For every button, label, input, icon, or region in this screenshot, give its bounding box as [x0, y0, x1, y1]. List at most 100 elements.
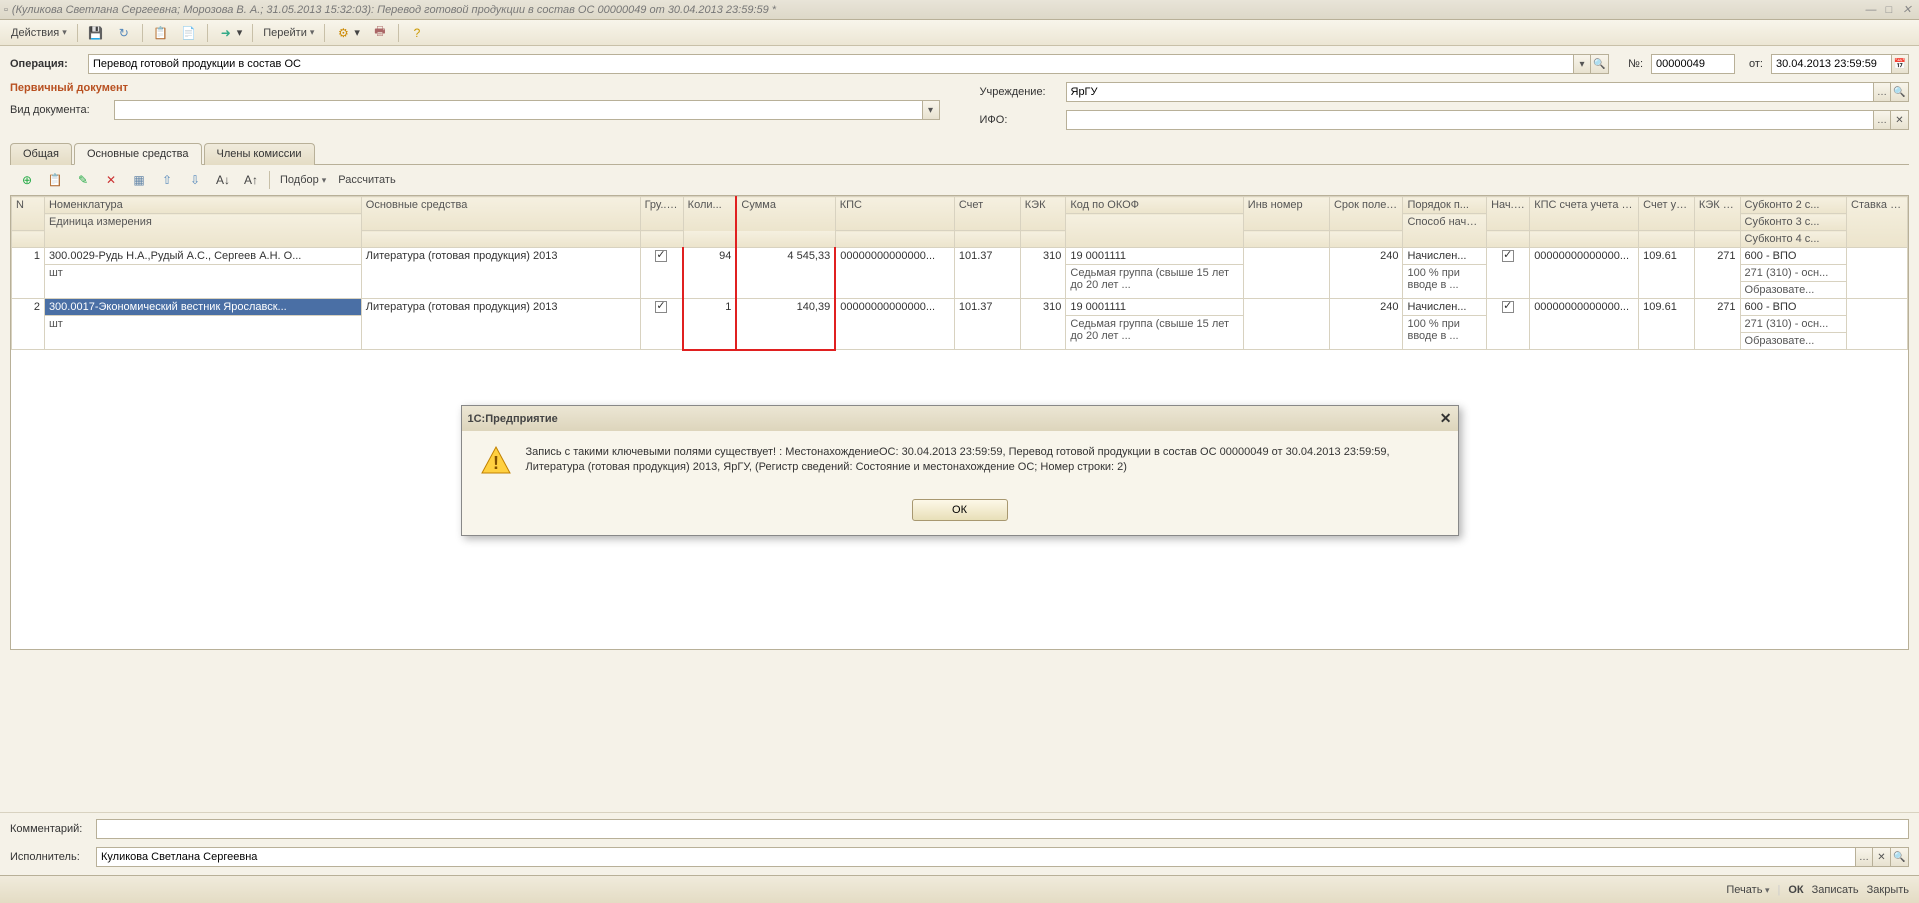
num-input[interactable]: [1651, 54, 1735, 74]
dialog-message: Запись с такими ключевыми полями существ…: [526, 445, 1440, 476]
table-row[interactable]: 2300.0017-Экономический вестник Ярославс…: [12, 299, 1908, 316]
svg-text:!: !: [493, 453, 499, 473]
minimize-icon[interactable]: —: [1863, 3, 1879, 17]
col-kps-cost[interactable]: КПС счета учета затрат: [1530, 197, 1639, 231]
col-okof[interactable]: Код по ОКОФ: [1066, 197, 1243, 214]
footer-form: Комментарий: Исполнитель: … ✕ 🔍: [0, 812, 1919, 873]
col-n[interactable]: N: [12, 197, 45, 231]
doc-type-label: Вид документа:: [10, 104, 106, 116]
based-on-icon[interactable]: ➜▾: [213, 23, 248, 43]
sort-asc-icon[interactable]: A↓: [210, 171, 236, 189]
doc-type-input[interactable]: [114, 100, 922, 120]
org-label: Учреждение:: [980, 86, 1058, 98]
goto-menu[interactable]: Перейти: [258, 23, 319, 43]
col-tax[interactable]: Ставка налога на ...: [1847, 197, 1908, 248]
dialog-title: 1С:Предприятие: [468, 413, 1440, 425]
maximize-icon[interactable]: □: [1881, 3, 1897, 17]
operation-label: Операция:: [10, 58, 80, 70]
org-input[interactable]: [1066, 82, 1874, 102]
copy-row-icon[interactable]: 📋: [42, 171, 68, 189]
date-input[interactable]: [1771, 54, 1891, 74]
error-dialog: 1С:Предприятие ✕ ! Запись с такими ключе…: [461, 405, 1459, 536]
executor-label: Исполнитель:: [10, 851, 88, 863]
star-icon[interactable]: ⚙▾: [330, 23, 365, 43]
col-grp[interactable]: Гру... учет: [640, 197, 683, 231]
ifo-more-icon[interactable]: …: [1873, 110, 1891, 130]
col-qty[interactable]: Коли...: [683, 197, 736, 231]
tab-assets[interactable]: Основные средства: [74, 143, 202, 165]
window-title: (Куликова Светлана Сергеевна; Морозова В…: [12, 4, 1863, 16]
executor-more-icon[interactable]: …: [1855, 847, 1873, 867]
save-button[interactable]: Записать: [1812, 884, 1859, 896]
col-order[interactable]: Порядок п...: [1403, 197, 1487, 214]
executor-search-icon[interactable]: 🔍: [1891, 847, 1909, 867]
col-sub2[interactable]: Субконто 2 с...: [1740, 197, 1846, 214]
copy-icon[interactable]: 📄: [176, 23, 202, 43]
tab-general[interactable]: Общая: [10, 143, 72, 165]
dialog-ok-button[interactable]: ОК: [912, 499, 1008, 521]
bottom-bar: Печать | ОК Записать Закрыть: [0, 875, 1919, 903]
help-icon[interactable]: ?: [404, 23, 430, 43]
close-icon[interactable]: ✕: [1899, 3, 1915, 17]
dialog-close-icon[interactable]: ✕: [1440, 410, 1452, 427]
fill-icon[interactable]: ▦: [126, 171, 152, 189]
col-kps[interactable]: КПС: [835, 197, 954, 231]
org-search-icon[interactable]: 🔍: [1891, 82, 1909, 102]
select-button[interactable]: Подбор: [275, 171, 331, 189]
col-life[interactable]: Срок полезн... исполь...: [1329, 197, 1403, 231]
save-icon[interactable]: 💾: [83, 23, 109, 43]
table-row[interactable]: 1300.0029-Рудь Н.А.,Рудый А.С., Сергеев …: [12, 248, 1908, 265]
date-picker-icon[interactable]: 📅: [1891, 54, 1909, 74]
col-sub4[interactable]: Субконто 4 с...: [1740, 231, 1846, 248]
warning-icon: !: [480, 445, 512, 477]
col-kek-cost[interactable]: КЭК сче... зат...: [1694, 197, 1740, 231]
move-up-icon[interactable]: ⇧: [154, 171, 180, 189]
refresh-icon[interactable]: ↻: [111, 23, 137, 43]
col-unit[interactable]: Единица измерения: [44, 214, 361, 248]
col-nach[interactable]: Нач... амо...: [1487, 197, 1530, 231]
col-acct[interactable]: Счет: [954, 197, 1020, 231]
document-icon: ▫: [4, 4, 8, 16]
col-method[interactable]: Способ начисления: [1403, 214, 1487, 248]
org-more-icon[interactable]: …: [1873, 82, 1891, 102]
comment-input[interactable]: [96, 819, 1909, 839]
ifo-clear-icon[interactable]: ✕: [1891, 110, 1909, 130]
move-down-icon[interactable]: ⇩: [182, 171, 208, 189]
operation-dropdown-icon[interactable]: ▾: [1573, 54, 1591, 74]
tab-commission[interactable]: Члены комиссии: [204, 143, 315, 165]
col-nomen[interactable]: Номенклатура: [44, 197, 361, 214]
delete-row-icon[interactable]: ✕: [98, 171, 124, 189]
close-button[interactable]: Закрыть: [1867, 884, 1909, 896]
tabs: Общая Основные средства Члены комиссии: [10, 142, 1909, 165]
ok-button[interactable]: ОК: [1788, 884, 1803, 896]
col-amort[interactable]: [1066, 214, 1243, 248]
main-toolbar: Действия 💾 ↻ 📋 📄 ➜▾ Перейти ⚙▾ 🖶 ?: [0, 20, 1919, 46]
dt-icon[interactable]: 📋: [148, 23, 174, 43]
date-label: от:: [1743, 58, 1763, 70]
num-label: №:: [1617, 58, 1643, 70]
print-button[interactable]: Печать: [1726, 884, 1769, 896]
print-icon[interactable]: 🖶: [367, 23, 393, 43]
executor-input[interactable]: [96, 847, 1855, 867]
col-sub3[interactable]: Субконто 3 с...: [1740, 214, 1846, 231]
operation-input[interactable]: [88, 54, 1573, 74]
add-row-icon[interactable]: ⊕: [14, 171, 40, 189]
ifo-input[interactable]: [1066, 110, 1874, 130]
actions-menu[interactable]: Действия: [6, 23, 72, 43]
comment-label: Комментарий:: [10, 823, 88, 835]
col-sum[interactable]: Сумма: [736, 197, 835, 231]
edit-row-icon[interactable]: ✎: [70, 171, 96, 189]
doc-type-dropdown-icon[interactable]: ▾: [922, 100, 940, 120]
ifo-label: ИФО:: [980, 114, 1058, 126]
col-kek[interactable]: КЭК: [1020, 197, 1066, 231]
operation-search-icon[interactable]: 🔍: [1591, 54, 1609, 74]
primary-doc-title: Первичный документ: [10, 82, 940, 94]
col-inv[interactable]: Инв номер: [1243, 197, 1329, 231]
col-cost-acct[interactable]: Счет учета затрат: [1639, 197, 1695, 231]
calc-button[interactable]: Рассчитать: [333, 171, 400, 189]
window-titlebar: ▫ (Куликова Светлана Сергеевна; Морозова…: [0, 0, 1919, 20]
col-os[interactable]: Основные средства: [361, 197, 640, 231]
sort-desc-icon[interactable]: A↑: [238, 171, 264, 189]
tab-toolbar: ⊕ 📋 ✎ ✕ ▦ ⇧ ⇩ A↓ A↑ Подбор Рассчитать: [10, 165, 1909, 195]
executor-clear-icon[interactable]: ✕: [1873, 847, 1891, 867]
